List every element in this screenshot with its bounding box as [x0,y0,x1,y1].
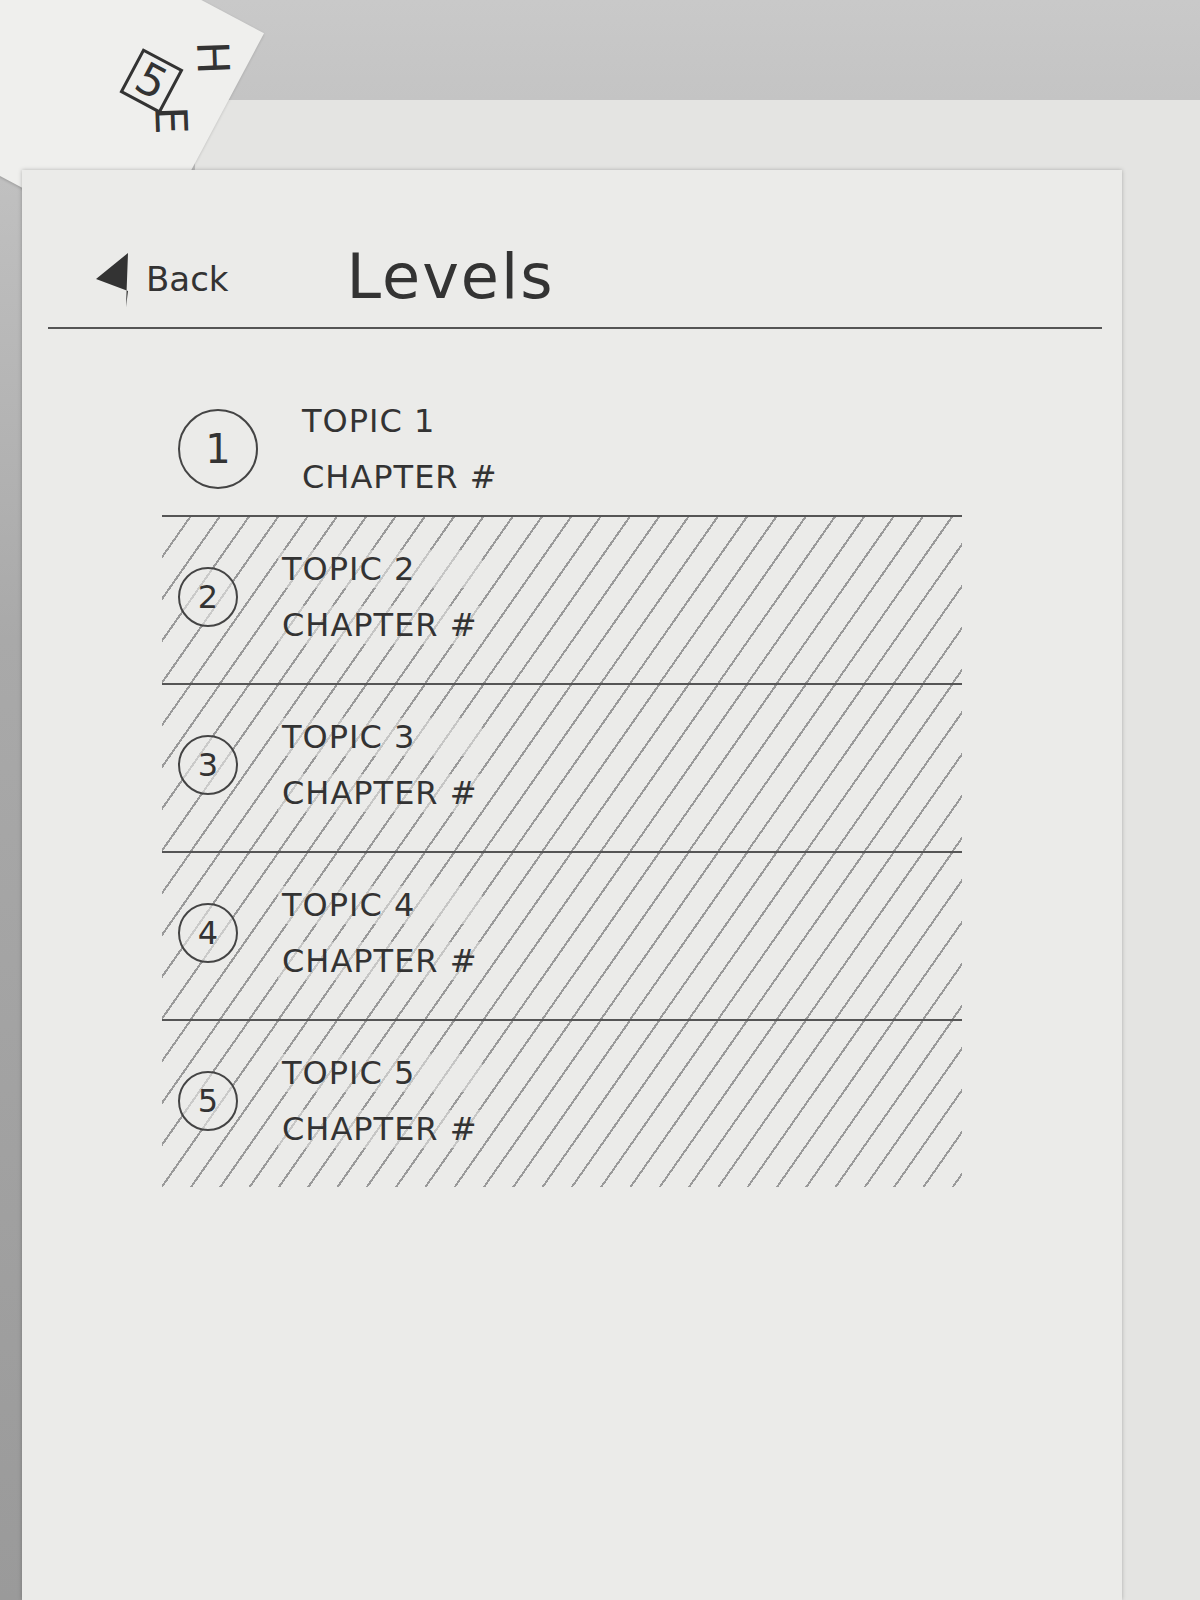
topic-label: TOPIC 3 [278,718,482,756]
topic-label: TOPIC 5 [278,1054,482,1092]
scrap-letter: 5 [119,48,183,114]
level-row[interactable]: 5 TOPIC 5 CHAPTER # [162,1021,962,1187]
level-texts: TOPIC 2 CHAPTER # [278,550,482,644]
level-texts: TOPIC 3 CHAPTER # [278,718,482,812]
level-list: 1 TOPIC 1 CHAPTER # 2 TOPIC 2 CHAPTER # 3 TOPIC… [162,389,962,1187]
scrap-letter: H [187,40,239,75]
level-texts: TOPIC 4 CHAPTER # [278,886,482,980]
level-number: 1 [178,409,258,489]
chapter-label: CHAPTER # [278,774,482,812]
topic-label: TOPIC 2 [278,550,482,588]
paper-screen: Back Levels 1 TOPIC 1 CHAPTER # 2 TOPIC 2 CHAPT… [22,170,1122,1600]
back-label[interactable]: Back [146,259,229,299]
page-title: Levels [347,240,555,313]
back-button[interactable]: Back [92,249,229,313]
header-bar: Back Levels [48,170,1102,329]
chapter-label: CHAPTER # [298,458,502,496]
level-number: 5 [178,1071,238,1131]
chapter-label: CHAPTER # [278,606,482,644]
topic-label: TOPIC 1 [298,402,502,440]
chapter-label: CHAPTER # [278,942,482,980]
level-row[interactable]: 2 TOPIC 2 CHAPTER # [162,517,962,685]
back-arrow-icon[interactable] [92,249,132,309]
level-row[interactable]: 4 TOPIC 4 CHAPTER # [162,853,962,1021]
level-texts: TOPIC 5 CHAPTER # [278,1054,482,1148]
level-number: 2 [178,567,238,627]
scrap-letter: E [145,106,197,136]
chapter-label: CHAPTER # [278,1110,482,1148]
level-texts: TOPIC 1 CHAPTER # [298,402,502,496]
level-number: 4 [178,903,238,963]
level-number: 3 [178,735,238,795]
level-row[interactable]: 3 TOPIC 3 CHAPTER # [162,685,962,853]
level-row[interactable]: 1 TOPIC 1 CHAPTER # [162,389,962,517]
topic-label: TOPIC 4 [278,886,482,924]
